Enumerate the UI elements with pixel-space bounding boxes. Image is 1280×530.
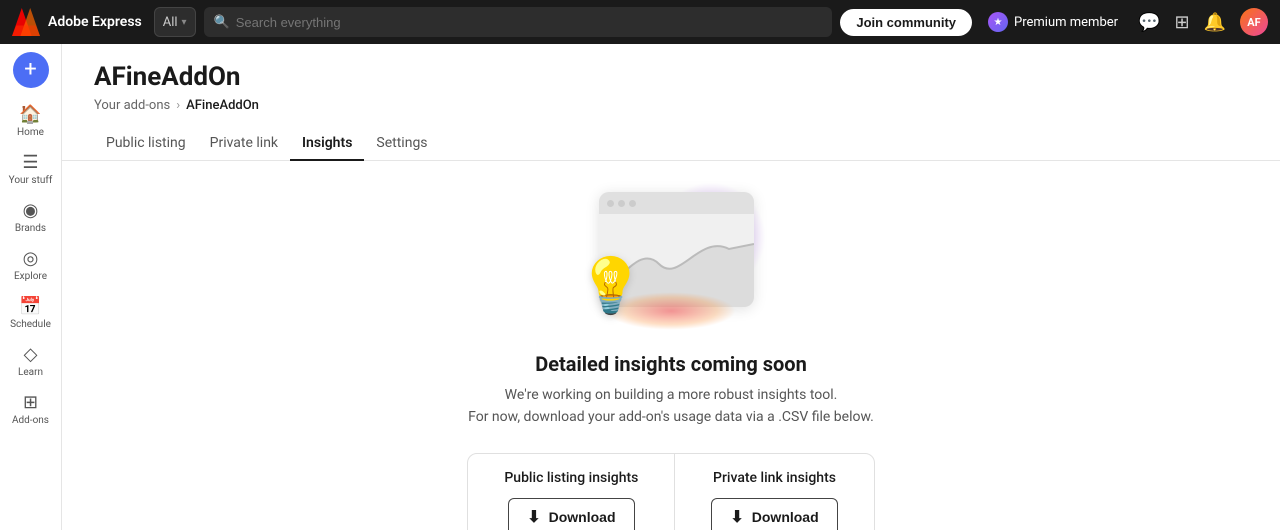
window-dot-2 [618,200,625,207]
download-section: Public listing insights ⬇ Download Priva… [467,453,874,530]
browser-titlebar [599,192,754,214]
explore-icon: ◎ [23,248,39,269]
sidebar-item-brands[interactable]: ◉ Brands [4,194,58,240]
premium-icon: ★ [988,12,1008,32]
search-input[interactable] [236,15,823,30]
lightbulb-icon: 💡 [577,260,644,314]
private-download-label: Download [752,509,819,525]
public-listing-download: Public listing insights ⬇ Download [468,454,675,530]
sidebar-item-label: Home [17,127,44,138]
sidebar: + 🏠 Home ☰ Your stuff ◉ Brands ◎ Explore… [0,44,62,530]
breadcrumb-parent[interactable]: Your add-ons [94,98,170,113]
sidebar-item-home[interactable]: 🏠 Home [4,98,58,144]
grid-icon[interactable]: ⊞ [1174,12,1189,33]
insights-content: 💡 Detailed insights coming soon We're wo… [62,161,1280,530]
schedule-icon: 📅 [19,296,41,317]
premium-member-button[interactable]: ★ Premium member [980,8,1126,36]
insights-title: Detailed insights coming soon [535,352,807,376]
download-icon: ⬇ [730,507,743,527]
tab-private-link[interactable]: Private link [198,127,290,161]
sidebar-item-explore[interactable]: ◎ Explore [4,242,58,288]
download-icon: ⬇ [527,507,540,527]
nav-icons: 💬 ⊞ 🔔 AF [1138,8,1268,36]
grid-list-icon: ☰ [22,152,38,173]
window-dot-1 [607,200,614,207]
bell-icon[interactable]: 🔔 [1204,12,1226,33]
top-nav: Adobe Express All ▾ 🔍 Join community ★ P… [0,0,1280,44]
breadcrumb: Your add-ons › AFineAddOn [94,98,1248,113]
page-title: AFineAddOn [94,62,1248,92]
insights-illustration: 💡 [561,177,781,332]
tab-insights[interactable]: Insights [290,127,364,161]
public-listing-label: Public listing insights [504,470,638,486]
private-link-label: Private link insights [713,470,836,486]
learn-icon: ◇ [24,344,38,365]
sidebar-item-label: Schedule [10,319,51,330]
public-listing-download-button[interactable]: ⬇ Download [508,498,634,530]
content-area: AFineAddOn Your add-ons › AFineAddOn Pub… [62,44,1280,530]
app-name: Adobe Express [48,14,142,30]
search-icon: 🔍 [214,15,230,30]
adobe-logo[interactable] [12,8,40,36]
search-bar: 🔍 [204,7,833,37]
join-community-button[interactable]: Join community [840,9,972,36]
private-link-download: Private link insights ⬇ Download [675,454,873,530]
breadcrumb-separator: › [176,98,180,113]
sidebar-item-label: Explore [14,271,47,282]
sidebar-item-your-stuff[interactable]: ☰ Your stuff [4,146,58,192]
window-dot-3 [629,200,636,207]
insights-description-2: For now, download your add-on's usage da… [468,406,874,428]
home-icon: 🏠 [19,104,41,125]
add-button[interactable]: + [13,52,49,88]
filter-label: All [163,15,178,30]
private-link-download-button[interactable]: ⬇ Download [711,498,837,530]
tabs: Public listing Private link Insights Set… [62,127,1280,161]
chat-icon[interactable]: 💬 [1138,12,1160,33]
chevron-down-icon: ▾ [182,17,187,28]
avatar[interactable]: AF [1240,8,1268,36]
public-download-label: Download [549,509,616,525]
add-ons-icon: ⊞ [23,392,38,413]
insights-description-1: We're working on building a more robust … [505,384,838,406]
page-header: AFineAddOn Your add-ons › AFineAddOn [62,44,1280,127]
sidebar-item-learn[interactable]: ◇ Learn [4,338,58,384]
sidebar-item-label: Brands [15,223,46,234]
breadcrumb-current: AFineAddOn [186,98,259,113]
brands-icon: ◉ [23,200,39,221]
filter-select[interactable]: All ▾ [154,7,196,37]
sidebar-item-schedule[interactable]: 📅 Schedule [4,290,58,336]
sidebar-item-label: Add-ons [12,415,49,426]
sidebar-item-label: Your stuff [9,175,53,186]
tab-public-listing[interactable]: Public listing [94,127,198,161]
premium-label: Premium member [1014,15,1118,30]
tab-settings[interactable]: Settings [364,127,439,161]
sidebar-item-label: Learn [18,367,43,378]
sidebar-item-add-ons[interactable]: ⊞ Add-ons [4,386,58,432]
